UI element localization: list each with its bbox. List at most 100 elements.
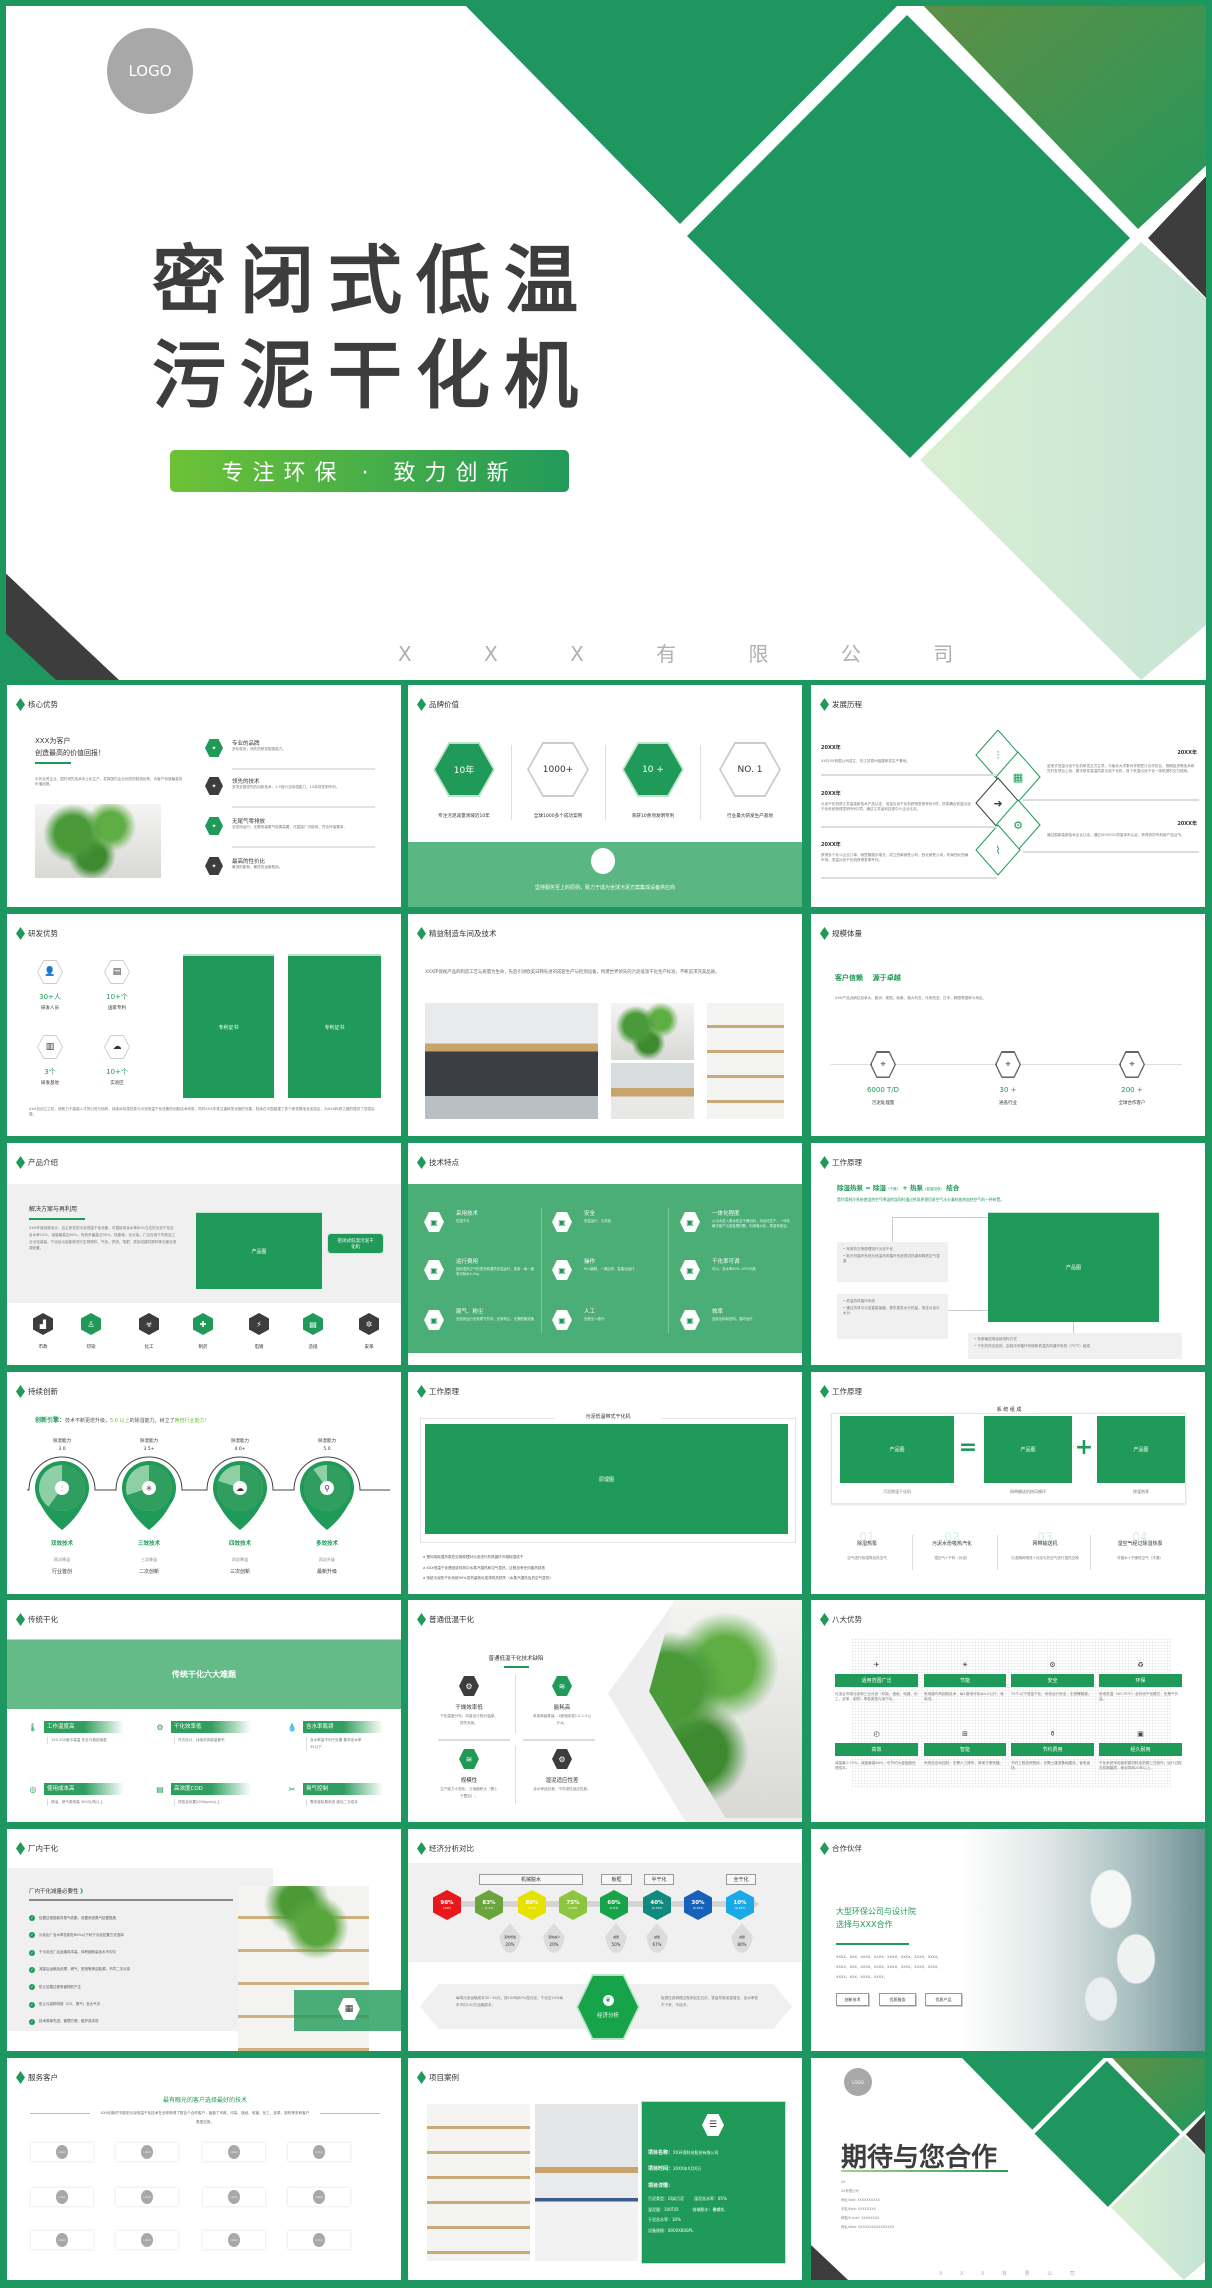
partner-tag-button[interactable]: 创新技术 <box>836 1993 869 2006</box>
diamond-icon <box>417 698 426 711</box>
principle-sub: 是利用制冷系统使湿热空气降温除湿同时通过热泵原理回收空气水分凝结放热加热空气的一… <box>837 1197 1005 1202</box>
pin-marker: ☁ <box>213 1461 267 1530</box>
rnd-description: XXX自创立之初，就致力于高端人才的引进与培养，持续对除湿热泵与污泥低温干化设备… <box>29 1107 375 1117</box>
diamond-icon <box>16 1613 25 1626</box>
left-analysis: 每吨污泥运输成本30~40元，按100吨80%湿污泥，干化至10%每年节约130… <box>456 1996 563 2007</box>
layers-icon: ▤ <box>156 1784 164 1794</box>
check-item: ✓ 干污泥出厂后运输成本高，体积细粉高含水不均匀 <box>29 1949 116 1956</box>
section-subtitle: 普通低温干化技术缺陷 <box>488 1656 544 1662</box>
check-item: ✓ 处置过程能耗异臭气收集，设置系统臭气处置措施 <box>29 1915 116 1921</box>
stat-value: 10+个 <box>106 993 128 1001</box>
event-text: 获得多个北斗企业订单，销售额稳步增长，成立西南销售公司，西北销售公司，布局西北西… <box>821 853 969 863</box>
slide-working-principle-1: 工作原理 除湿热泵 = 除湿（干燥） + 热泵（能量回收） 结合 是利用制冷系统… <box>811 1143 1205 1365</box>
event-text: XX与XX有限公司成立，在江苏泰州组建研发生产基地。 <box>821 759 910 763</box>
patent-certificate-1: 专利证书 <box>183 954 274 1098</box>
advantage-desc: 采用循环风回收技术，每1度电可除水4.2公斤，耗电低。 <box>924 1692 1004 1702</box>
advantage-icon: ⚙ <box>1049 1661 1056 1669</box>
slide-title: 工作原理 <box>429 1387 459 1396</box>
step-title: 网带输送机 <box>1032 1541 1058 1547</box>
defect-title: 能耗高 <box>553 1705 571 1711</box>
advantage-icon: ♻ <box>1137 1661 1144 1669</box>
slide-title: 核心优势 <box>28 700 58 709</box>
stat-value: 200 + <box>1121 1086 1143 1094</box>
client-logo: LOGO <box>228 2233 240 2247</box>
advantage-desc: 多年真历，领先的研发制造能力。 <box>232 747 286 751</box>
dewatering: 前端脱水：叠螺机 <box>692 2206 725 2212</box>
slide-title: 传统干化 <box>28 1615 58 1624</box>
part-image: 产品图 <box>1097 1416 1185 1483</box>
stage-caption: 除湿能力 <box>231 1439 249 1444</box>
headline-part: 除湿热泵 = 除湿 <box>837 1184 886 1192</box>
problem-desc: 开式设计，持续热风能量散失 <box>174 1737 234 1745</box>
separator <box>232 806 375 808</box>
advantage-icon: ⚱ <box>1049 1730 1056 1738</box>
industry-icon: ⚡ <box>249 1313 269 1335</box>
drop-label: 泥饼减少 <box>547 1935 560 1939</box>
problem-desc: 含水率高不利于处置 要求含水率35以下 <box>306 1737 366 1752</box>
underline <box>29 1218 85 1220</box>
meeting-room-photo <box>425 1003 598 1119</box>
defect-desc: 生产能力小型化、占地面积大（需上下叠加）。 <box>440 1787 498 1798</box>
stage-name: 四效技术 <box>228 1541 251 1547</box>
client-logo: LOGO <box>228 2190 240 2204</box>
scale-description: XXX产品远销往加拿大、欧洲、美国、南美、澳大利亚、马来西亚、日本、韩国等国家与… <box>835 996 987 1000</box>
stat-label: 涵盖行业 <box>999 1101 1017 1106</box>
advantage-desc: 采用低温（40-75℃）全封闭干化模式，无臭气外溢。 <box>1099 1692 1179 1702</box>
snowflake-icon: ✳ <box>146 1484 153 1493</box>
partner-tag-button[interactable]: 优质服务 <box>879 1993 916 2006</box>
intro-text: 中外合资企业，国外领先技术本土化生产，发挥国内企业优质的制造优势，为客户创造最高… <box>35 777 183 787</box>
divider <box>1090 1535 1091 1570</box>
event-text: 密闭式低温污泥干化机研发正式立项，与南京大学泰州学院签订合作协议，首期投资等技术… <box>1047 764 1195 774</box>
partner-line: XXXX、XXX、XXXX、XXXX、 <box>836 1975 888 1979</box>
sludge-mass: (1.0T) <box>527 1906 537 1910</box>
step-desc: 污泥随网带进+污泥与热空气进行湿热交换 <box>1011 1556 1079 1560</box>
headline-line1: 大型环保公司与设计院 <box>836 1907 916 1916</box>
slide-title: 普通低温干化 <box>429 1615 474 1624</box>
slide-title: 项目案例 <box>429 2073 459 2082</box>
slide-working-principle-3: 工作原理 系 统 组 成 = + 产品图 污泥除湿干化机 产品图 网带输送机热风循… <box>811 1372 1205 1594</box>
tools-icon: ✂ <box>288 1784 296 1794</box>
product-callout: 密闭式低温污泥干化机 <box>327 1233 384 1254</box>
client-logo: LOGO <box>56 2190 68 2204</box>
client-logo-card: LOGO <box>203 2231 265 2249</box>
partner-tag-button[interactable]: 优质产品 <box>925 1993 962 2006</box>
slide-working-principle-2: 工作原理 污泥低温带式干化机 原理图 ⌀ 是利用除湿热泵热交换原理对污泥进行热风… <box>408 1372 802 1594</box>
badge-icon: ✦ <box>205 857 223 875</box>
project-time: 20XX年X月X日 <box>673 2166 702 2171</box>
feature-title: 采用技术 <box>456 1211 479 1217</box>
headline-note: （能量回收） <box>922 1187 944 1191</box>
stage-name: 双效技术 <box>50 1541 73 1547</box>
location-icon: ⌖ <box>995 1051 1021 1078</box>
stage-value: 5.0 <box>323 1447 331 1452</box>
connector <box>892 1217 988 1242</box>
label: 项目详情： <box>648 2183 674 2189</box>
step-title: 湿空气经过除湿热泵 <box>1117 1541 1163 1547</box>
stat-label: 研发人员 <box>41 1006 59 1011</box>
slide-core-advantages: 核心优势 XXX为客户 创造最高的价值回报！ 中外合资企业，国外领先技术本土化生产… <box>7 685 401 907</box>
client-logo-card: LOGO <box>116 2231 178 2249</box>
logo: LOGO <box>107 28 193 114</box>
advantage-title: 节能 <box>924 1674 1006 1687</box>
stat-value: 30+人 <box>39 993 61 1001</box>
divider <box>541 1208 542 1333</box>
stage-value: 3.0 <box>58 1447 66 1452</box>
step-desc: 冷凝水+干燥热空气（冷凝） <box>1116 1556 1164 1560</box>
logo: LOGO <box>844 2068 872 2096</box>
stat-label: 全球合作客户 <box>1118 1101 1146 1106</box>
stat-label: 研发基地 <box>41 1081 59 1086</box>
plus-sign: + <box>1074 1434 1094 1460</box>
info-box-1: • 采用热交换原理进行污泥干化 • 制冷剂循环系统为低温热风循环系统提供热源和降低… <box>837 1242 948 1282</box>
industry-label: 电镀 <box>254 1345 264 1350</box>
industry-label: 印染 <box>86 1345 96 1350</box>
problem-title: 含水率瓶颈 <box>303 1721 383 1733</box>
stage-sub: 两次降温 <box>54 1557 70 1562</box>
feature-title: 效率 <box>712 1309 724 1315</box>
defect-desc: 采用单级蒸馏，1度电除湿1.0-1.5公斤水。 <box>532 1714 592 1725</box>
office-photo <box>35 804 161 878</box>
problem-desc: 燃油、燃气费用高 300元/吨以上 <box>47 1799 107 1807</box>
diamond-icon <box>16 1156 25 1169</box>
slogan: 坚持服务至上的原则，致力于成为全球污泥方案集成设备供应商 <box>534 885 675 891</box>
client-logo: LOGO <box>141 2190 153 2204</box>
problem-title: 使用成本高 <box>44 1783 124 1795</box>
connector <box>948 1310 988 1311</box>
